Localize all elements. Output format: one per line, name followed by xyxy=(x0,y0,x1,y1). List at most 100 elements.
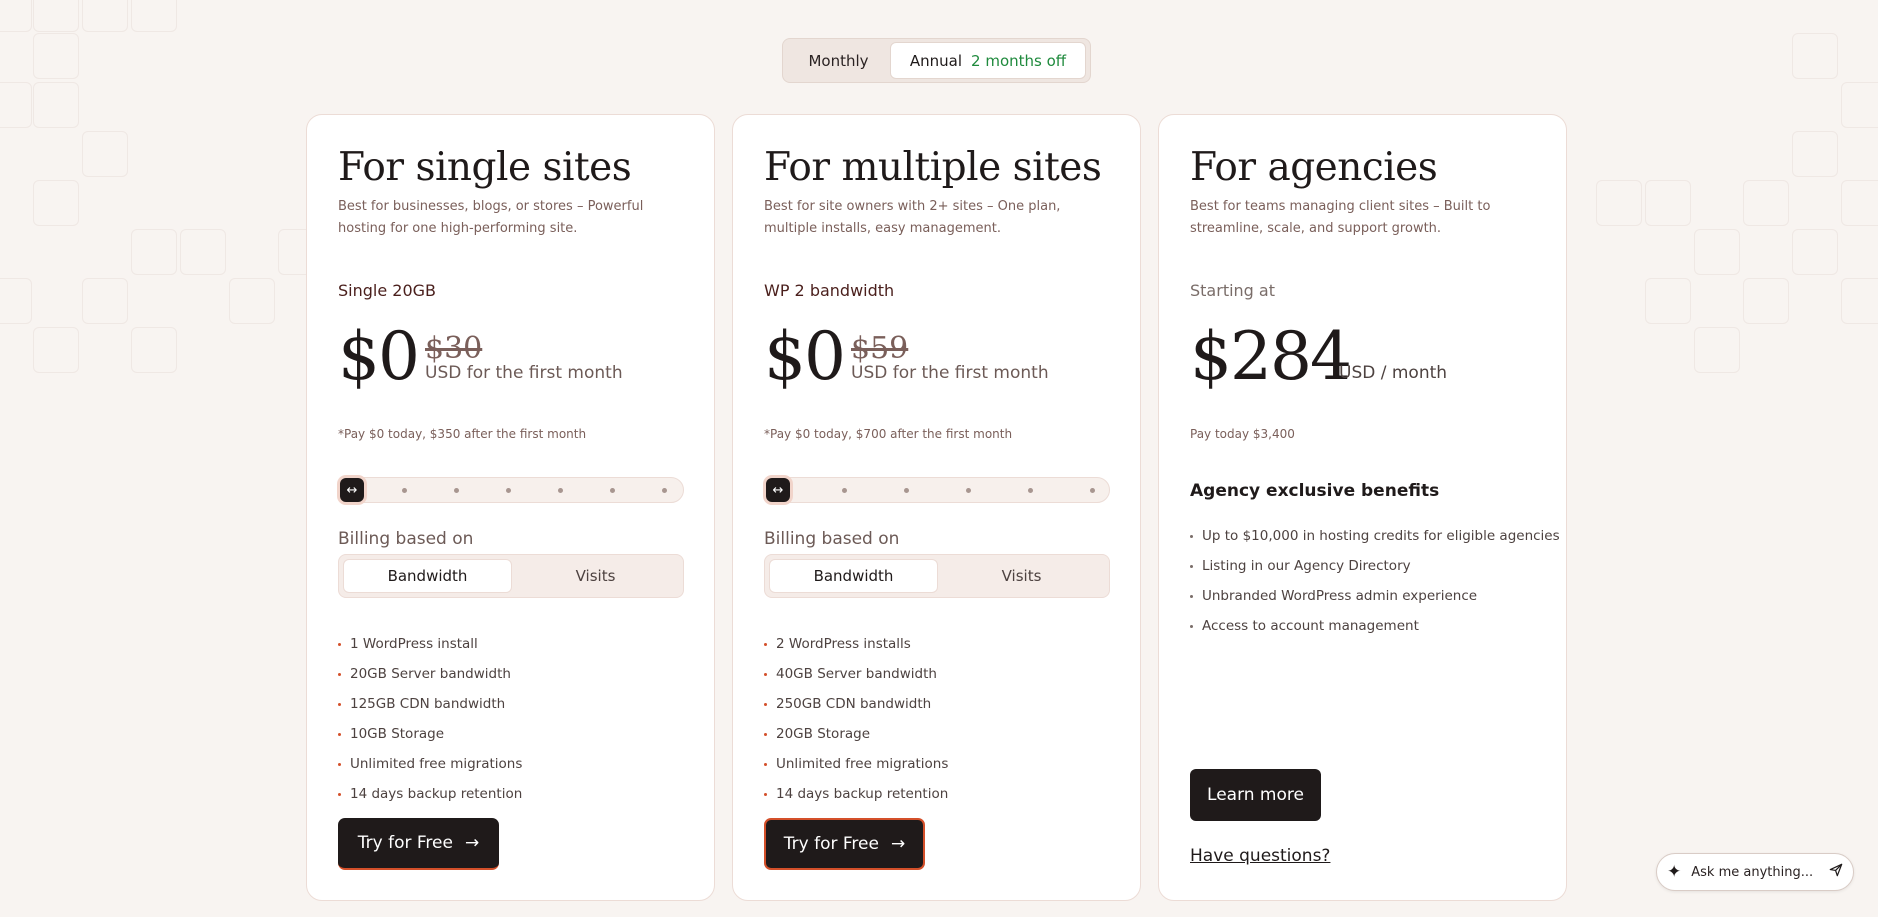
list-item: 40GB Server bandwidth xyxy=(764,659,948,689)
list-item: Up to $10,000 in hosting credits for eli… xyxy=(1190,521,1560,551)
send-icon[interactable] xyxy=(1829,863,1843,881)
bg-tile xyxy=(0,82,32,128)
pricing-card-single-sites: For single sites Best for businesses, bl… xyxy=(306,114,715,901)
bg-tile xyxy=(33,33,79,79)
bg-tile xyxy=(1841,82,1878,128)
visits-option[interactable]: Visits xyxy=(512,559,679,593)
monthly-option[interactable]: Monthly xyxy=(787,52,890,70)
slider-step-dot[interactable] xyxy=(904,488,909,493)
payment-note: Pay today $3,400 xyxy=(1190,427,1295,441)
pricing-card-multiple-sites: For multiple sites Best for site owners … xyxy=(732,114,1141,901)
list-item: 20GB Storage xyxy=(764,719,948,749)
button-label: Try for Free xyxy=(357,833,453,853)
price-unit: USD for the first month xyxy=(425,363,623,383)
visits-option[interactable]: Visits xyxy=(938,559,1105,593)
plan-name: Single 20GB xyxy=(338,281,437,300)
bg-tile xyxy=(33,0,79,32)
list-item: Access to account management xyxy=(1190,611,1560,641)
pricing-card-agencies: For agencies Best for teams managing cli… xyxy=(1158,114,1567,901)
ask-input[interactable] xyxy=(1689,863,1829,881)
benefits-list: Up to $10,000 in hosting credits for eli… xyxy=(1190,521,1560,641)
billing-basis-label: Billing based on xyxy=(764,529,900,549)
bg-tile xyxy=(1792,33,1838,79)
slider-step-dot[interactable] xyxy=(1090,488,1095,493)
slider-handle[interactable]: ↔ xyxy=(340,478,364,502)
slider-step-dot[interactable] xyxy=(454,488,459,493)
price-unit: USD / month xyxy=(1339,363,1448,383)
price-unit: USD for the first month xyxy=(851,363,1049,383)
bg-tile xyxy=(82,278,128,324)
bg-tile xyxy=(0,278,32,324)
card-title: For single sites xyxy=(338,145,632,190)
bg-tile xyxy=(1596,180,1642,226)
list-item: 14 days backup retention xyxy=(764,779,948,809)
slider-step-dot[interactable] xyxy=(402,488,407,493)
bg-tile xyxy=(1841,180,1878,226)
billing-basis-switch[interactable]: Bandwidth Visits xyxy=(764,554,1110,598)
feature-list: 2 WordPress installs 40GB Server bandwid… xyxy=(764,629,948,809)
slider-step-dot[interactable] xyxy=(610,488,615,493)
bg-tile xyxy=(82,0,128,32)
bandwidth-option[interactable]: Bandwidth xyxy=(343,559,512,593)
payment-note: *Pay $0 today, $350 after the first mont… xyxy=(338,427,587,441)
bg-tile xyxy=(33,82,79,128)
slider-step-dot[interactable] xyxy=(842,488,847,493)
plan-size-slider[interactable]: ↔ xyxy=(338,477,684,503)
slider-step-dot[interactable] xyxy=(558,488,563,493)
bg-tile xyxy=(131,229,177,275)
list-item: Unlimited free migrations xyxy=(338,749,522,779)
list-item: 125GB CDN bandwidth xyxy=(338,689,522,719)
starting-at-label: Starting at xyxy=(1190,281,1275,300)
arrow-right-icon: → xyxy=(890,834,906,854)
billing-basis-switch[interactable]: Bandwidth Visits xyxy=(338,554,684,598)
bg-tile xyxy=(33,180,79,226)
feature-list: 1 WordPress install 20GB Server bandwidt… xyxy=(338,629,522,809)
bandwidth-option[interactable]: Bandwidth xyxy=(769,559,938,593)
benefits-heading: Agency exclusive benefits xyxy=(1190,481,1440,501)
list-item: 2 WordPress installs xyxy=(764,629,948,659)
card-description: Best for site owners with 2+ sites – One… xyxy=(764,199,1061,236)
slider-step-dot[interactable] xyxy=(506,488,511,493)
sparkle-icon: ✦ xyxy=(1667,862,1682,882)
list-item: Unlimited free migrations xyxy=(764,749,948,779)
bg-tile xyxy=(180,229,226,275)
plan-name: WP 2 bandwidth xyxy=(764,281,895,300)
bg-tile xyxy=(33,327,79,373)
bg-tile xyxy=(229,278,275,324)
arrow-right-icon: → xyxy=(464,833,480,853)
arrows-horizontal-icon: ↔ xyxy=(346,482,358,498)
have-questions-link[interactable]: Have questions? xyxy=(1190,846,1330,866)
learn-more-button[interactable]: Learn more xyxy=(1190,769,1321,821)
card-title: For agencies xyxy=(1190,145,1438,190)
price: $0 xyxy=(764,318,846,395)
list-item: 20GB Server bandwidth xyxy=(338,659,522,689)
arrows-horizontal-icon: ↔ xyxy=(772,482,784,498)
bg-tile xyxy=(82,131,128,177)
ask-assistant-bar[interactable]: ✦ xyxy=(1656,853,1854,891)
slider-step-dot[interactable] xyxy=(1028,488,1033,493)
bg-tile xyxy=(1694,327,1740,373)
slider-step-dot[interactable] xyxy=(662,488,667,493)
list-item: 1 WordPress install xyxy=(338,629,522,659)
bg-tile xyxy=(1792,229,1838,275)
plan-size-slider[interactable]: ↔ xyxy=(764,477,1110,503)
bg-tile xyxy=(1743,180,1789,226)
payment-note: *Pay $0 today, $700 after the first mont… xyxy=(764,427,1013,441)
button-label: Try for Free xyxy=(783,834,879,854)
card-title: For multiple sites xyxy=(764,145,1102,190)
bg-tile xyxy=(1645,278,1691,324)
slider-step-dot[interactable] xyxy=(966,488,971,493)
bg-tile xyxy=(131,0,177,32)
billing-period-toggle[interactable]: Monthly Annual 2 months off xyxy=(782,38,1091,83)
card-description: Best for teams managing client sites – B… xyxy=(1190,199,1491,236)
list-item: Listing in our Agency Directory xyxy=(1190,551,1560,581)
annual-option[interactable]: Annual 2 months off xyxy=(890,42,1086,79)
price: $284 xyxy=(1190,318,1352,395)
bg-tile xyxy=(1645,180,1691,226)
bg-tile xyxy=(1841,278,1878,324)
try-for-free-button[interactable]: Try for Free → xyxy=(338,818,499,870)
slider-handle[interactable]: ↔ xyxy=(766,478,790,502)
bg-tile xyxy=(1694,229,1740,275)
try-for-free-button[interactable]: Try for Free → xyxy=(764,818,925,870)
list-item: Unbranded WordPress admin experience xyxy=(1190,581,1560,611)
